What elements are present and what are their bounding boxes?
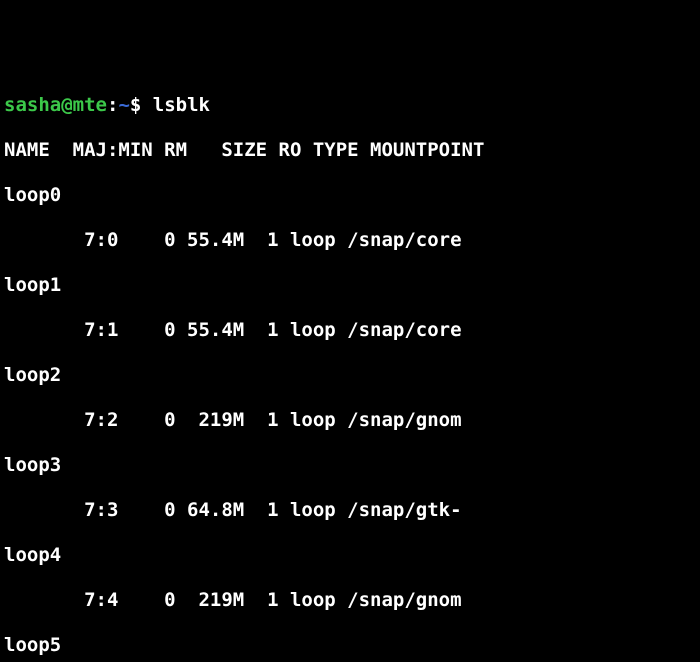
prompt-user: sasha (4, 94, 61, 116)
lsblk-row: loop3 (4, 454, 696, 477)
lsblk-row: loop2 (4, 364, 696, 387)
prompt-host: mte (73, 94, 107, 116)
lsblk-row: loop5 (4, 634, 696, 657)
prompt-line[interactable]: sasha@mte:~$ lsblk (4, 94, 696, 117)
lsblk-row: loop0 (4, 184, 696, 207)
prompt-dollar: $ (130, 94, 153, 116)
lsblk-row: 7:1 0 55.4M 1 loop /snap/core (4, 319, 696, 342)
command-text: lsblk (153, 94, 210, 116)
lsblk-row: 7:2 0 219M 1 loop /snap/gnom (4, 409, 696, 432)
prompt-at: @ (61, 94, 72, 116)
prompt-colon: : (107, 94, 118, 116)
prompt-path: ~ (118, 94, 129, 116)
lsblk-header: NAME MAJ:MIN RM SIZE RO TYPE MOUNTPOINT (4, 139, 696, 162)
lsblk-row: loop1 (4, 274, 696, 297)
lsblk-row: loop4 (4, 544, 696, 567)
lsblk-row: 7:0 0 55.4M 1 loop /snap/core (4, 229, 696, 252)
lsblk-row: 7:4 0 219M 1 loop /snap/gnom (4, 589, 696, 612)
lsblk-row: 7:3 0 64.8M 1 loop /snap/gtk- (4, 499, 696, 522)
